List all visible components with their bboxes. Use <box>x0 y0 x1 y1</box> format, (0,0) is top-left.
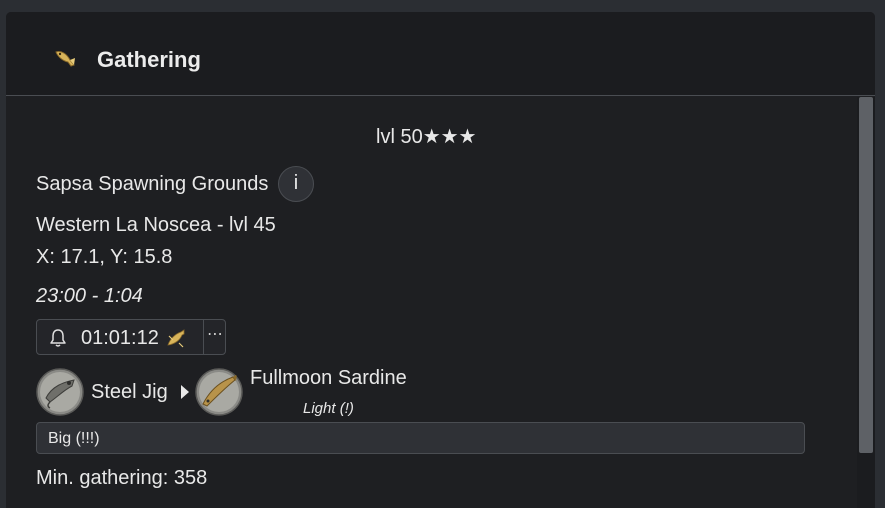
fish-name: Fullmoon Sardine <box>250 367 407 389</box>
more-options-button[interactable]: ⋯ <box>204 320 226 354</box>
coordinates-label: X: 17.1, Y: 15.8 <box>36 246 173 268</box>
triangle-right-icon <box>181 385 189 399</box>
info-button[interactable]: i <box>278 166 314 202</box>
zone-label: Western La Noscea - lvl 45 <box>36 214 276 236</box>
fullmoon-sardine-icon[interactable] <box>195 368 243 416</box>
fish-gathering-icon <box>55 51 75 67</box>
steel-jig-icon[interactable] <box>36 368 84 416</box>
level-label: lvl 50★★★ <box>376 126 477 148</box>
panel-header: Gathering <box>6 12 875 96</box>
hookset-badge: Big (!!!) <box>36 422 805 454</box>
bell-icon <box>50 329 66 347</box>
hookset-label: Big (!!!) <box>48 430 100 447</box>
fish-gathering-icon <box>167 329 185 348</box>
time-window-label: 23:00 - 1:04 <box>36 285 143 307</box>
scrollbar-thumb[interactable] <box>859 97 873 453</box>
min-gathering-label: Min. gathering: 358 <box>36 467 208 489</box>
bait-name: Steel Jig <box>91 381 168 403</box>
alarm-button-group: 01:01:12 ⋯ <box>36 319 226 355</box>
alarm-button[interactable]: 01:01:12 <box>37 320 203 354</box>
tug-label: Light (!) <box>303 400 354 417</box>
panel-title: Gathering <box>97 47 201 72</box>
alarm-countdown: 01:01:12 <box>81 327 159 349</box>
spot-name: Sapsa Spawning Grounds <box>36 173 269 195</box>
